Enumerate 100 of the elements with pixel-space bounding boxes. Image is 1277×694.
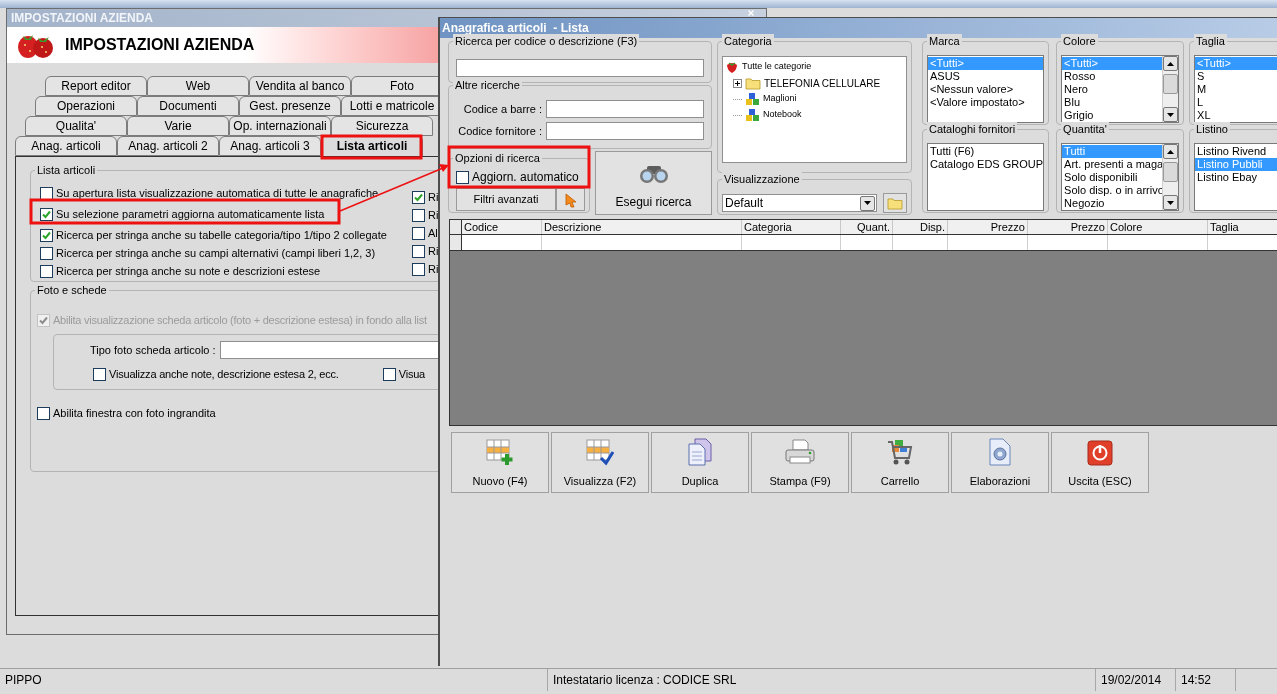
checkbox[interactable] bbox=[382, 367, 396, 381]
cubes-icon bbox=[745, 92, 760, 106]
group-label: Ricerca per codice o descrizione (F3) bbox=[453, 34, 640, 48]
input-field[interactable] bbox=[219, 341, 439, 359]
tab[interactable]: Sicurezza bbox=[331, 116, 433, 136]
column-header[interactable]: Disp. bbox=[893, 220, 948, 234]
toolbar-button[interactable]: Elaborazioni bbox=[951, 432, 1049, 493]
input-field[interactable] bbox=[546, 122, 704, 140]
checkbox[interactable] bbox=[40, 186, 53, 200]
up-arrow-icon[interactable] bbox=[1167, 149, 1175, 154]
checkbox-label: Ricerca per stringa anche su tabelle categoria/tipo 1/tipo 2 collegate bbox=[56, 228, 387, 242]
tab[interactable]: Anag. articoli bbox=[15, 136, 117, 156]
list-item[interactable]: S bbox=[1195, 70, 1277, 83]
checkbox[interactable] bbox=[37, 406, 50, 420]
group-label: Taglia bbox=[1194, 34, 1227, 48]
window-title: IMPOSTAZIONI AZIENDA bbox=[11, 10, 153, 27]
list-item[interactable]: M bbox=[1195, 83, 1277, 96]
user-name: PIPPO bbox=[5, 672, 42, 689]
list-item[interactable]: Nero bbox=[1062, 83, 1163, 96]
strawberry-icon bbox=[725, 60, 739, 74]
toolbar-button[interactable]: Carrello bbox=[851, 432, 949, 493]
tab[interactable]: Vendita al banco bbox=[249, 76, 351, 96]
list-item[interactable]: Grigio bbox=[1062, 109, 1163, 122]
pointer-button[interactable] bbox=[556, 188, 585, 211]
up-arrow-icon[interactable] bbox=[1167, 61, 1175, 66]
down-arrow-icon[interactable] bbox=[1167, 200, 1175, 205]
toolbar-button[interactable]: Stampa (F9) bbox=[751, 432, 849, 493]
list-item[interactable]: Blu bbox=[1062, 96, 1163, 109]
checkbox[interactable] bbox=[412, 190, 425, 204]
toolbar-button[interactable]: Nuovo (F4) bbox=[451, 432, 549, 493]
search-button[interactable]: Esegui ricerca bbox=[595, 151, 712, 215]
dropdown[interactable]: Default bbox=[722, 194, 877, 212]
column-header[interactable]: Prezzo bbox=[948, 220, 1028, 234]
column-header[interactable]: Prezzo bbox=[1028, 220, 1108, 234]
checkbox[interactable] bbox=[93, 367, 106, 381]
dropdown-value: Default bbox=[725, 195, 764, 212]
tab[interactable]: Documenti bbox=[137, 96, 239, 116]
list-item[interactable]: <Valore impostato> bbox=[928, 96, 1044, 109]
tab[interactable]: Web bbox=[147, 76, 249, 96]
list-item[interactable]: XL bbox=[1195, 109, 1277, 122]
toolbar-button[interactable]: Uscita (ESC) bbox=[1051, 432, 1149, 493]
tree-item[interactable]: Tutte le categorie bbox=[742, 60, 812, 74]
tab[interactable]: Varie bbox=[127, 116, 229, 136]
checkbox[interactable] bbox=[40, 264, 53, 278]
field-label: Codice fornitore : bbox=[458, 123, 542, 139]
checkbox[interactable] bbox=[40, 207, 53, 221]
checkbox[interactable] bbox=[40, 246, 53, 260]
list-item[interactable]: Negozio bbox=[1062, 197, 1163, 210]
expand-icon[interactable] bbox=[733, 78, 742, 88]
checkbox[interactable] bbox=[40, 228, 53, 242]
down-arrow-icon[interactable] bbox=[1167, 112, 1175, 117]
column-header[interactable]: Quant. bbox=[841, 220, 893, 234]
tab[interactable]: Report editor bbox=[45, 76, 147, 96]
list-item[interactable]: Solo disponibili bbox=[1062, 171, 1163, 184]
list-item[interactable]: Catalogo EDS GROUP bbox=[928, 158, 1044, 171]
list-item[interactable]: ASUS bbox=[928, 70, 1044, 83]
table-row[interactable] bbox=[450, 235, 1277, 251]
tab[interactable]: Operazioni bbox=[35, 96, 137, 116]
checkbox[interactable] bbox=[456, 170, 469, 184]
tab[interactable]: Op. internazionali bbox=[229, 116, 331, 136]
checkbox[interactable] bbox=[412, 208, 425, 222]
list-item[interactable]: Tutti (F6) bbox=[928, 145, 1044, 158]
group-label: Quantita' bbox=[1061, 122, 1109, 136]
checkbox-label: Al bbox=[428, 226, 438, 240]
tab[interactable]: Qualita' bbox=[25, 116, 127, 136]
list-item[interactable]: <Nessun valore> bbox=[928, 83, 1044, 96]
scrollbar[interactable] bbox=[1162, 144, 1179, 210]
tree-item[interactable]: TELEFONIA CELLULARE bbox=[764, 75, 881, 91]
column-header[interactable]: Descrizione bbox=[542, 220, 742, 234]
scrollbar[interactable] bbox=[1162, 56, 1179, 122]
group-label: Opzioni di ricerca bbox=[453, 151, 542, 165]
column-header[interactable]: Codice bbox=[462, 220, 542, 234]
list-item[interactable]: Rosso bbox=[1062, 70, 1163, 83]
tab[interactable]: Lotti e matricole bbox=[341, 96, 439, 116]
search-field[interactable] bbox=[456, 59, 704, 77]
column-header[interactable]: Categoria bbox=[742, 220, 841, 234]
checkbox-label: Su apertura lista visualizzazione automatica di tutte le anagrafiche bbox=[56, 186, 379, 200]
tab[interactable]: Anag. articoli 2 bbox=[117, 136, 219, 156]
group-label: Lista articoli bbox=[35, 163, 98, 177]
advanced-filters-button[interactable]: Filtri avanzati bbox=[456, 188, 556, 211]
list-item[interactable]: Listino Rivend bbox=[1195, 145, 1277, 158]
column-header[interactable]: Colore bbox=[1108, 220, 1208, 234]
list-item[interactable]: L bbox=[1195, 96, 1277, 109]
list-item[interactable]: Listino Ebay bbox=[1195, 171, 1277, 184]
column-header[interactable]: Taglia bbox=[1208, 220, 1277, 234]
checkbox-label: Ri bbox=[428, 244, 439, 258]
toolbar-button[interactable]: Duplica bbox=[651, 432, 749, 493]
tab[interactable]: Anag. articoli 3 bbox=[219, 136, 321, 156]
checkbox[interactable] bbox=[412, 244, 425, 258]
checkbox-label: Ri bbox=[428, 190, 439, 204]
checkbox[interactable] bbox=[412, 226, 425, 240]
list-item[interactable]: Art. presenti a maga bbox=[1062, 158, 1163, 171]
tab[interactable]: Gest. presenze bbox=[239, 96, 341, 116]
toolbar-button[interactable]: Visualizza (F2) bbox=[551, 432, 649, 493]
group-label: Foto e schede bbox=[35, 283, 109, 297]
input-field[interactable] bbox=[546, 100, 704, 118]
tree-item[interactable]: Maglioni bbox=[763, 92, 797, 106]
tree-item[interactable]: Notebook bbox=[763, 108, 802, 122]
checkbox[interactable] bbox=[412, 262, 425, 276]
tab[interactable]: Foto bbox=[351, 76, 439, 96]
